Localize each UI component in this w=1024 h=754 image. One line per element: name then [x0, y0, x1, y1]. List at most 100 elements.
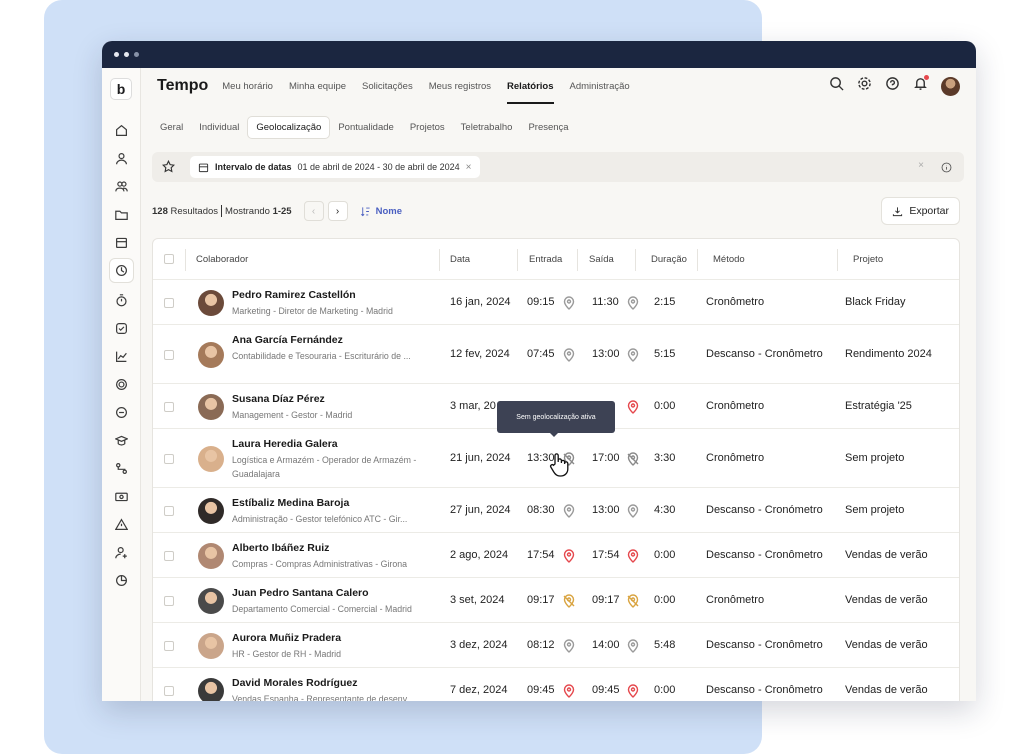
nav-administracao[interactable]: Administração — [570, 68, 630, 104]
exit-location-pin-icon[interactable] — [626, 347, 640, 362]
exit-location-pin-icon[interactable] — [626, 503, 640, 518]
entry-location-pin-icon[interactable] — [562, 347, 576, 362]
row-checkbox[interactable] — [164, 550, 174, 561]
employee-name[interactable]: Alberto Ibáñez Ruiz — [232, 542, 329, 554]
entry-location-pin-icon[interactable] — [562, 683, 576, 698]
col-projeto[interactable]: Projeto — [853, 239, 883, 280]
flow-icon[interactable] — [114, 461, 129, 476]
target-icon[interactable] — [114, 377, 129, 392]
calendar-icon[interactable] — [114, 235, 129, 250]
row-method: Cronômetro — [706, 593, 765, 606]
prev-page-button[interactable]: ‹ — [303, 201, 324, 221]
row-checkbox[interactable] — [164, 505, 174, 516]
folder-icon[interactable] — [114, 207, 129, 222]
exit-location-pin-icon[interactable] — [626, 683, 640, 698]
nav-meu-horario[interactable]: Meu horário — [222, 68, 273, 104]
entry-location-pin-icon[interactable] — [562, 295, 576, 310]
nav-relatorios[interactable]: Relatórios — [507, 68, 554, 104]
clear-filters-icon[interactable]: × — [918, 160, 924, 171]
row-checkbox[interactable] — [164, 685, 174, 696]
tab-geolocalizacao[interactable]: Geolocalização — [247, 116, 331, 139]
employee-name[interactable]: Susana Díaz Pérez — [232, 393, 325, 405]
table-row[interactable]: Ana García Fernández Contabilidade e Teso… — [153, 325, 959, 384]
exit-location-pin-icon[interactable] — [626, 548, 640, 563]
table-row[interactable]: Juan Pedro Santana Calero Departamento Co… — [153, 578, 959, 623]
exit-location-pin-icon[interactable] — [626, 638, 640, 653]
tab-geral[interactable]: Geral — [152, 117, 191, 138]
remove-filter-icon[interactable]: × — [466, 162, 472, 173]
entry-location-pin-icon[interactable] — [562, 638, 576, 653]
entry-location-pin-icon[interactable] — [562, 548, 576, 563]
employee-name[interactable]: Estíbaliz Medina Baroja — [232, 497, 349, 509]
tab-pontualidade[interactable]: Pontualidade — [330, 117, 401, 138]
nav-meus-registros[interactable]: Meus registros — [429, 68, 491, 104]
money-icon[interactable] — [114, 489, 129, 504]
exit-location-pin-icon[interactable] — [626, 451, 640, 466]
col-metodo[interactable]: Método — [713, 239, 745, 280]
tab-projetos[interactable]: Projetos — [402, 117, 453, 138]
employee-name[interactable]: Aurora Muñiz Pradera — [232, 632, 341, 644]
next-page-button[interactable]: › — [327, 201, 348, 221]
row-checkbox[interactable] — [164, 297, 174, 308]
add-user-icon[interactable] — [114, 545, 129, 560]
tab-individual[interactable]: Individual — [191, 117, 247, 138]
graduation-icon[interactable] — [114, 433, 129, 448]
user-icon[interactable] — [114, 151, 129, 166]
exit-location-pin-icon[interactable] — [626, 295, 640, 310]
table-row[interactable]: Estíbaliz Medina Baroja Administração - G… — [153, 488, 959, 533]
chat-icon[interactable] — [114, 405, 129, 420]
col-data[interactable]: Data — [450, 239, 470, 280]
col-entrada[interactable]: Entrada — [529, 239, 562, 280]
row-method: Descanso - Cronômetro — [706, 347, 823, 360]
entry-location-pin-icon[interactable] — [562, 503, 576, 518]
warning-icon[interactable] — [114, 517, 129, 532]
team-icon[interactable] — [114, 179, 129, 194]
employee-name[interactable]: Ana García Fernández — [232, 334, 343, 346]
gear-icon[interactable] — [857, 76, 872, 96]
row-checkbox[interactable] — [164, 349, 174, 360]
exit-location-pin-icon[interactable] — [626, 593, 640, 608]
tab-presenca[interactable]: Presença — [520, 117, 576, 138]
col-saida[interactable]: Saída — [589, 239, 614, 280]
employee-name[interactable]: Laura Heredia Galera — [232, 438, 338, 450]
info-icon[interactable] — [941, 160, 952, 178]
app-logo[interactable]: b — [110, 78, 132, 100]
entry-location-pin-icon[interactable] — [562, 593, 576, 608]
nav-solicitacoes[interactable]: Solicitações — [362, 68, 413, 104]
tab-teletrabalho[interactable]: Teletrabalho — [453, 117, 521, 138]
table-row[interactable]: Aurora Muñiz Pradera HR - Gestor de RH - … — [153, 623, 959, 668]
timer-icon[interactable] — [114, 293, 129, 308]
bell-icon[interactable] — [913, 75, 929, 96]
row-checkbox[interactable] — [164, 401, 174, 412]
row-checkbox[interactable] — [164, 640, 174, 651]
employee-name[interactable]: David Morales Rodríguez — [232, 677, 357, 689]
export-button[interactable]: Exportar — [881, 197, 960, 225]
search-icon[interactable] — [829, 76, 844, 96]
row-checkbox[interactable] — [164, 453, 174, 464]
export-label: Exportar — [909, 205, 949, 217]
home-icon[interactable] — [114, 123, 129, 138]
employee-name[interactable]: Juan Pedro Santana Calero — [232, 587, 369, 599]
exit-location-pin-icon[interactable] — [626, 399, 640, 414]
sort-icon — [360, 206, 370, 216]
table-row[interactable]: David Morales Rodríguez Vendas Espanha - … — [153, 668, 959, 701]
select-all-checkbox[interactable] — [164, 254, 174, 264]
pie-chart-icon[interactable] — [114, 573, 129, 588]
check-square-icon[interactable] — [114, 321, 129, 336]
help-chat-icon[interactable] — [885, 76, 900, 96]
row-entry-time: 08:12 — [527, 638, 555, 651]
clock-icon[interactable] — [109, 258, 134, 283]
row-project: Sem projeto — [845, 451, 905, 464]
nav-minha-equipe[interactable]: Minha equipe — [289, 68, 346, 104]
star-icon[interactable] — [161, 159, 176, 178]
table-row[interactable]: Pedro Ramirez Castellón Marketing - Diret… — [153, 280, 959, 325]
col-duracao[interactable]: Duração — [651, 239, 687, 280]
row-checkbox[interactable] — [164, 595, 174, 606]
date-range-chip[interactable]: Intervalo de datas 01 de abril de 2024 -… — [190, 156, 480, 178]
sort-button[interactable]: Nome — [360, 206, 402, 217]
table-row[interactable]: Alberto Ibáñez Ruiz Compras - Compras Adm… — [153, 533, 959, 578]
col-colaborador[interactable]: Colaborador — [196, 239, 248, 280]
employee-name[interactable]: Pedro Ramirez Castellón — [232, 289, 356, 301]
chart-icon[interactable] — [114, 349, 129, 364]
user-avatar[interactable] — [941, 76, 960, 96]
